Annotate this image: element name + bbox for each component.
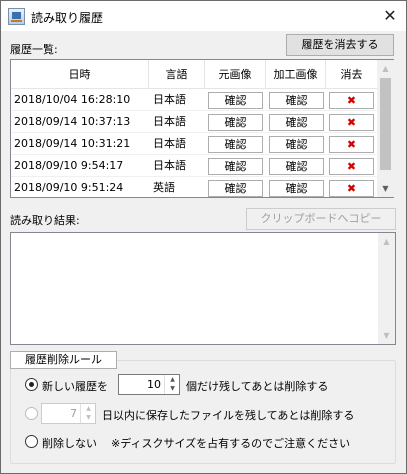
column-header-original-image[interactable]: 元画像 — [205, 60, 266, 89]
keep-count-stepper[interactable]: 10 ▲ ▼ — [118, 374, 180, 395]
delete-rule-label: 履歴削除ルール — [10, 351, 117, 369]
never-delete-radio[interactable] — [25, 435, 38, 448]
view-original-button[interactable]: 確認 — [208, 92, 263, 109]
keep-days-stepper[interactable]: 7 ▲ ▼ — [41, 403, 96, 424]
history-table: 日時 言語 元画像 加工画像 消去 2018/10/04 16:28:10 日本… — [10, 59, 394, 198]
clear-history-button[interactable]: 履歴を消去する — [286, 34, 394, 56]
result-label: 読み取り結果: — [10, 214, 80, 227]
column-header-datetime[interactable]: 日時 — [11, 60, 149, 89]
keep-count-suffix: 個だけ残してあとは削除する — [186, 380, 329, 393]
keep-days-radio[interactable] — [25, 407, 38, 420]
row-datetime: 2018/09/14 10:31:21 — [14, 137, 131, 150]
table-row[interactable]: 2018/10/04 16:28:10 日本語 確認 確認 ✖ — [11, 89, 377, 111]
scroll-down-icon[interactable]: ▼ — [377, 180, 394, 197]
keep-days-spin-buttons[interactable]: ▲ ▼ — [80, 404, 95, 423]
column-header-language[interactable]: 言語 — [149, 60, 205, 89]
keep-days-value[interactable]: 7 — [70, 407, 77, 420]
row-datetime: 2018/10/04 16:28:10 — [14, 93, 131, 106]
spin-down-icon[interactable]: ▼ — [81, 413, 96, 422]
delete-entry-icon[interactable]: ✖ — [329, 136, 374, 153]
close-icon[interactable]: ✕ — [375, 4, 405, 28]
table-row[interactable]: 2018/09/14 10:37:13 日本語 確認 確認 ✖ — [11, 111, 377, 133]
view-processed-button[interactable]: 確認 — [269, 92, 324, 109]
delete-entry-icon[interactable]: ✖ — [329, 180, 374, 197]
keep-count-prefix: 新しい履歴を — [42, 380, 108, 393]
result-text-area[interactable]: ▲ ▼ — [10, 232, 396, 345]
view-original-button[interactable]: 確認 — [208, 180, 263, 197]
table-row[interactable]: 2018/09/10 9:54:17 日本語 確認 確認 ✖ — [11, 155, 377, 177]
title-bar: 読み取り履歴 ✕ — [1, 1, 406, 31]
row-language: 英語 — [153, 181, 175, 194]
result-scrollbar[interactable]: ▲ ▼ — [378, 233, 395, 344]
spin-up-icon[interactable]: ▲ — [81, 404, 96, 413]
scroll-down-icon[interactable]: ▼ — [378, 327, 395, 344]
row-language: 日本語 — [153, 159, 186, 172]
view-processed-button[interactable]: 確認 — [269, 114, 324, 131]
spin-down-icon[interactable]: ▼ — [165, 384, 180, 393]
table-row[interactable]: 2018/09/10 9:51:24 英語 確認 確認 ✖ — [11, 177, 377, 197]
copy-to-clipboard-button[interactable]: クリップボードへコピー — [246, 208, 396, 230]
row-datetime: 2018/09/10 9:51:24 — [14, 181, 124, 194]
view-original-button[interactable]: 確認 — [208, 114, 263, 131]
keep-count-value[interactable]: 10 — [147, 378, 161, 391]
scroll-thumb[interactable] — [380, 78, 391, 170]
history-window: 読み取り履歴 ✕ 履歴一覧: 履歴を消去する 日時 言語 元画像 加工画像 消去… — [0, 0, 407, 474]
keep-count-spin-buttons[interactable]: ▲ ▼ — [164, 375, 179, 394]
table-row[interactable]: 2018/09/14 10:31:21 日本語 確認 確認 ✖ — [11, 133, 377, 155]
spin-up-icon[interactable]: ▲ — [165, 375, 180, 384]
row-datetime: 2018/09/14 10:37:13 — [14, 115, 131, 128]
row-datetime: 2018/09/10 9:54:17 — [14, 159, 124, 172]
row-language: 日本語 — [153, 115, 186, 128]
view-original-button[interactable]: 確認 — [208, 136, 263, 153]
table-scrollbar[interactable]: ▲ ▼ — [377, 60, 394, 197]
delete-entry-icon[interactable]: ✖ — [329, 114, 374, 131]
window-title: 読み取り履歴 — [31, 11, 104, 25]
scroll-up-icon[interactable]: ▲ — [378, 233, 395, 250]
row-language: 日本語 — [153, 93, 186, 106]
view-processed-button[interactable]: 確認 — [269, 158, 324, 175]
row-language: 日本語 — [153, 137, 186, 150]
table-header: 日時 言語 元画像 加工画像 消去 — [11, 60, 377, 89]
delete-entry-icon[interactable]: ✖ — [329, 158, 374, 175]
keep-days-suffix: 日以内に保存したファイルを残してあとは削除する — [102, 409, 355, 422]
never-delete-note: ※ディスクサイズを占有するのでご注意ください — [111, 437, 351, 450]
never-delete-label: 削除しない — [42, 437, 97, 450]
view-processed-button[interactable]: 確認 — [269, 136, 324, 153]
scroll-up-icon[interactable]: ▲ — [377, 60, 394, 77]
column-header-processed-image[interactable]: 加工画像 — [266, 60, 326, 89]
view-processed-button[interactable]: 確認 — [269, 180, 324, 197]
column-header-delete[interactable]: 消去 — [326, 60, 377, 89]
delete-entry-icon[interactable]: ✖ — [329, 92, 374, 109]
keep-count-radio[interactable] — [25, 378, 38, 391]
app-icon — [8, 8, 25, 25]
history-list-label: 履歴一覧: — [10, 43, 58, 56]
view-original-button[interactable]: 確認 — [208, 158, 263, 175]
